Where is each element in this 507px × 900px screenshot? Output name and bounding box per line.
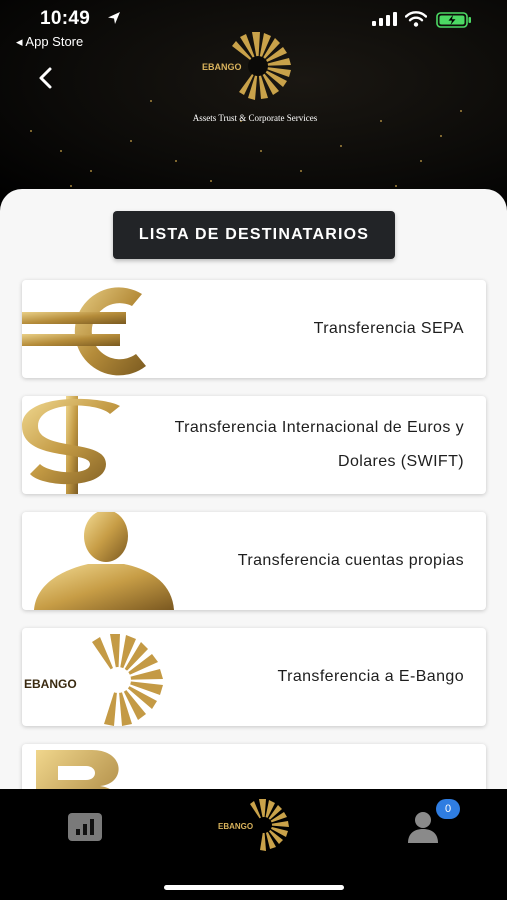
home-indicator (164, 885, 344, 890)
card-transfer-ebango[interactable]: EBANGO Transferencia a E-Bango (22, 628, 486, 726)
ebango-home-tab[interactable]: EBANGO (218, 795, 296, 857)
ebango-logo: EBANGO (202, 32, 291, 100)
notification-badge: 0 (436, 799, 460, 819)
chart-tab-icon[interactable] (68, 813, 102, 841)
bitcoin-icon (36, 750, 119, 789)
user-tab-icon[interactable] (406, 811, 440, 843)
card-transfer-bitcoin[interactable] (22, 744, 486, 789)
ebango-logo-icon: EBANGO (24, 634, 163, 726)
euro-icon (22, 287, 146, 376)
card-logo-text: EBANGO (24, 677, 77, 691)
signal-icon (372, 12, 397, 26)
card-transfer-own-accounts[interactable]: Transferencia cuentas propias (22, 512, 486, 610)
battery-icon (436, 12, 471, 28)
person-icon (34, 512, 174, 610)
header: 10:49 ◂ App Store EBANGO Assets Trust & … (0, 0, 507, 200)
wifi-icon (405, 11, 427, 27)
location-arrow-icon (108, 12, 120, 24)
tagline: Assets Trust & Corporate Services (192, 113, 318, 123)
tab-logo-text: EBANGO (218, 822, 253, 831)
card-label: Transferencia cuentas propias (237, 552, 464, 569)
back-chevron-icon[interactable] (36, 66, 56, 90)
bottom-nav: EBANGO 0 (0, 789, 507, 900)
content-sheet: LISTA DE DESTINATARIOS Transferencia SEP… (0, 189, 507, 789)
card-label: Transferencia SEPA (313, 320, 464, 337)
card-transfer-swift[interactable]: Transferencia Internacional de Euros y D… (22, 396, 486, 494)
list-destinatarios-button[interactable]: LISTA DE DESTINATARIOS (113, 211, 395, 259)
card-label: Transferencia a E-Bango (277, 668, 464, 685)
back-to-app-store-link[interactable]: ◂ App Store (16, 34, 83, 50)
status-time: 10:49 (40, 8, 91, 29)
card-label: Transferencia Internacional de Euros y D… (134, 396, 464, 494)
card-label-line-1: Transferencia Internacional de Euros y (174, 419, 464, 436)
logo-text: EBANGO (202, 62, 242, 72)
card-transfer-sepa[interactable]: Transferencia SEPA (22, 280, 486, 378)
card-label-line-2: Dolares (SWIFT) (338, 453, 464, 470)
